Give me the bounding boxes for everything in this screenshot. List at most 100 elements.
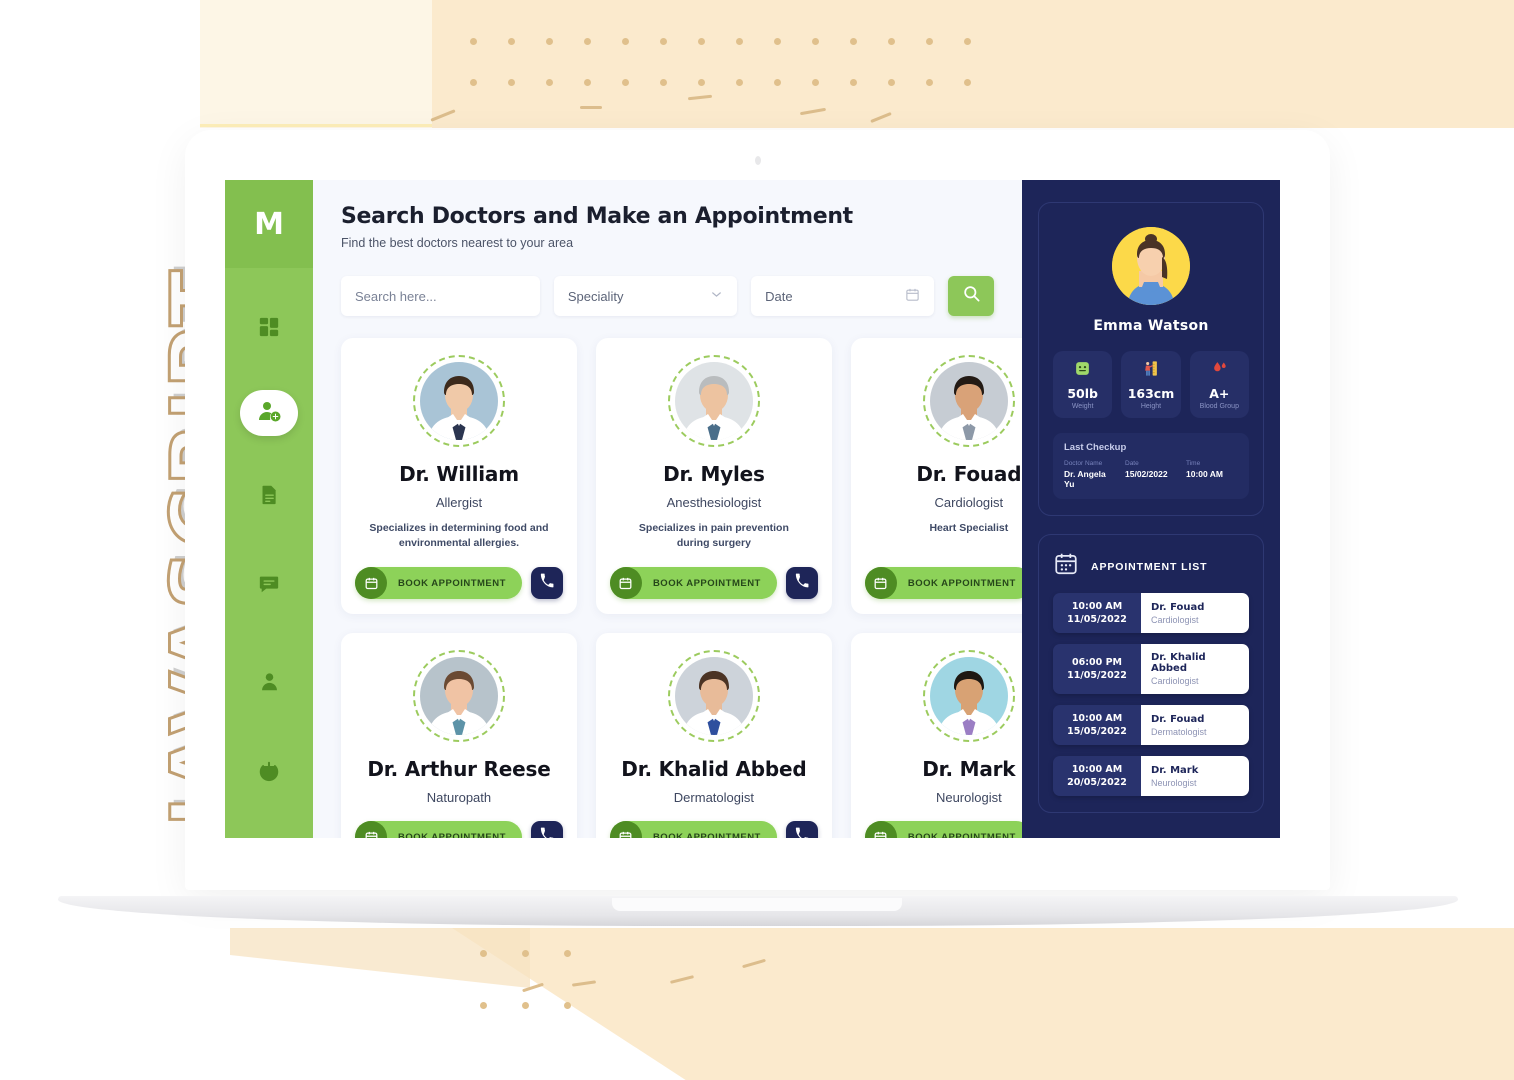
decor-dot: [584, 79, 591, 86]
book-appointment-button[interactable]: BOOK APPOINTMENT: [609, 567, 777, 600]
decor-dot: [480, 1002, 487, 1009]
patient-stat-label: Blood Group: [1199, 403, 1239, 410]
decor-dot: [926, 38, 933, 45]
decor-dot: [736, 38, 743, 45]
sidebar-item-dashboard[interactable]: [241, 301, 297, 357]
avatar: [1112, 227, 1190, 305]
book-appointment-button[interactable]: BOOK APPOINTMENT: [609, 821, 777, 838]
search-filters: Search here... Speciality Date: [341, 276, 994, 316]
call-doctor-button[interactable]: [530, 567, 563, 600]
patient-stat-label: Weight: [1071, 403, 1094, 410]
decor-dot: [508, 79, 515, 86]
doctor-card[interactable]: Dr. Khalid Abbed Dermatologist BOOK APPOIN…: [595, 633, 832, 838]
appointment-list-card: APPOINTMENT LIST 10:00 AM 11/05/2022 Dr. F…: [1038, 534, 1264, 813]
sidebar-item-messages[interactable]: [241, 558, 297, 614]
decor-dot: [964, 38, 971, 45]
phone-icon: [794, 827, 809, 838]
search-icon: [962, 284, 981, 308]
appointment-datetime: 10:00 AM 15/05/2022: [1053, 705, 1141, 745]
doctor-card[interactable]: Dr. Fouad Cardiologist Heart Specialist BOO…: [850, 338, 1022, 615]
appointment-row[interactable]: 06:00 PM 11/05/2022 Dr. Khalid Abbed Cardio…: [1053, 644, 1249, 694]
appointment-row[interactable]: 10:00 AM 15/05/2022 Dr. Fouad Dermatologist: [1053, 705, 1249, 745]
doctor-name: Dr. Khalid Abbed: [621, 757, 807, 782]
doctor-description: Specializes in determining food and envi…: [369, 522, 549, 550]
appointment-date: 11/05/2022: [1067, 670, 1127, 681]
appointment-row[interactable]: 10:00 AM 11/05/2022 Dr. Fouad Cardiologist: [1053, 593, 1249, 633]
speciality-select[interactable]: Speciality: [553, 276, 738, 316]
book-appointment-button[interactable]: BOOK APPOINTMENT: [864, 821, 1022, 838]
doctor-name: Dr. Myles: [663, 462, 765, 486]
book-appointment-label: BOOK APPOINTMENT: [907, 577, 1016, 589]
appointment-time: 10:00 AM: [1071, 764, 1123, 775]
doctor-speciality: Neurologist: [935, 790, 1002, 806]
last-checkup-card: Last Checkup Doctor Name Dr. Angela Yu D…: [1053, 433, 1249, 499]
decor-dot: [964, 79, 971, 86]
decor-dot: [470, 79, 477, 86]
doctor-name: Dr. William: [399, 462, 519, 486]
document-icon: [259, 484, 280, 510]
calendar-icon: [609, 821, 642, 838]
doctor-avatar: [419, 362, 498, 440]
search-input-wrapper[interactable]: Search here...: [341, 276, 540, 316]
book-appointment-button[interactable]: BOOK APPOINTMENT: [355, 567, 522, 600]
decor-dot: [926, 79, 933, 86]
appointment-datetime: 06:00 PM 11/05/2022: [1053, 644, 1141, 694]
book-appointment-label: BOOK APPOINTMENT: [398, 577, 506, 589]
last-checkup-title: Last Checkup: [1064, 442, 1127, 453]
doctor-speciality: Cardiologist: [934, 495, 1004, 510]
appointment-row[interactable]: 10:00 AM 20/05/2022 Dr. Mark Neurologist: [1053, 756, 1249, 796]
call-doctor-button[interactable]: [785, 821, 818, 838]
phone-icon: [539, 827, 554, 838]
app-window: M Search Doctors and Make an Appointment…: [225, 180, 1280, 838]
book-appointment-label: BOOK APPOINTMENT: [652, 831, 761, 838]
patient-stat: 50lb Weight: [1053, 351, 1113, 418]
speciality-select-value: Speciality: [567, 288, 624, 304]
decor-dot: [622, 38, 629, 45]
doctor-avatar-ring: [922, 355, 1015, 447]
sidebar-item-profile[interactable]: [241, 656, 297, 712]
decor-dot: [698, 79, 705, 86]
book-appointment-button[interactable]: BOOK APPOINTMENT: [864, 567, 1022, 600]
sidebar-item-records[interactable]: [241, 469, 297, 525]
doctor-card[interactable]: Dr. William Allergist Specializes in deter…: [341, 338, 577, 615]
doctor-card[interactable]: Dr. Myles Anesthesiologist Specializes in …: [595, 338, 832, 615]
date-input[interactable]: Date: [751, 276, 935, 316]
doctor-speciality: Anesthesiologist: [666, 495, 762, 510]
doctor-avatar-ring: [412, 355, 505, 447]
book-appointment-label: BOOK APPOINTMENT: [398, 831, 506, 838]
decor-dot: [698, 38, 705, 45]
search-input-placeholder: Search here...: [355, 288, 437, 304]
decor-dot: [850, 38, 857, 45]
sidebar-item-logout[interactable]: [241, 745, 297, 801]
decor-cream-line: [200, 124, 436, 127]
calendar-icon: [864, 567, 897, 600]
phone-icon: [539, 573, 554, 593]
call-doctor-button[interactable]: [785, 567, 818, 600]
sidebar-item-add-patient[interactable]: [240, 390, 298, 436]
decor-dot: [660, 38, 667, 45]
decor-dot: [622, 79, 629, 86]
search-button[interactable]: [948, 276, 994, 316]
grid-icon: [258, 316, 280, 343]
decor-dot: [888, 38, 895, 45]
book-appointment-button[interactable]: BOOK APPOINTMENT: [355, 821, 522, 838]
decor-dot: [660, 79, 667, 86]
height-ruler-icon: [1125, 360, 1176, 380]
app-logo[interactable]: M: [225, 180, 313, 268]
doctor-card[interactable]: Dr. Arthur Reese Naturopath BOOK APPOINTME…: [341, 633, 577, 838]
phone-icon: [794, 573, 809, 593]
doctor-card-actions: BOOK APPOINTMENT: [864, 805, 1022, 838]
doctor-name: Dr. Arthur Reese: [367, 757, 551, 782]
doctor-description: Heart Specialist: [929, 522, 1009, 534]
decor-dot: [812, 38, 819, 45]
sidebar: M: [225, 180, 313, 838]
decor-tick: [571, 980, 597, 987]
decor-dot: [774, 38, 781, 45]
appointment-date: 20/05/2022: [1067, 777, 1127, 788]
decor-dot-grid-bottom: [480, 950, 820, 1030]
call-doctor-button[interactable]: [530, 821, 563, 838]
doctor-avatar: [929, 362, 1008, 440]
doctor-card-actions: BOOK APPOINTMENT: [355, 551, 563, 600]
doctor-card[interactable]: Dr. Mark Neurologist BOOK APPOINTMENT: [850, 633, 1022, 838]
checkup-date: Date 15/02/2022: [1125, 460, 1177, 489]
